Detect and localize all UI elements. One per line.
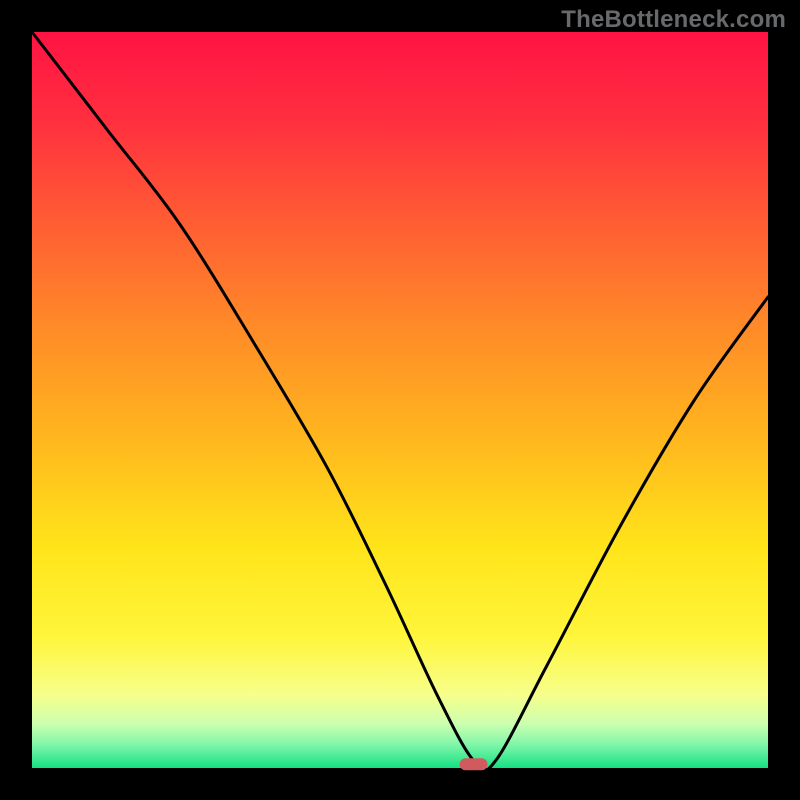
plot-area xyxy=(32,32,768,768)
bottleneck-chart xyxy=(0,0,800,800)
chart-frame: { "watermark": "TheBottleneck.com", "cha… xyxy=(0,0,800,800)
watermark-text: TheBottleneck.com xyxy=(561,6,786,34)
optimum-marker xyxy=(460,758,488,770)
